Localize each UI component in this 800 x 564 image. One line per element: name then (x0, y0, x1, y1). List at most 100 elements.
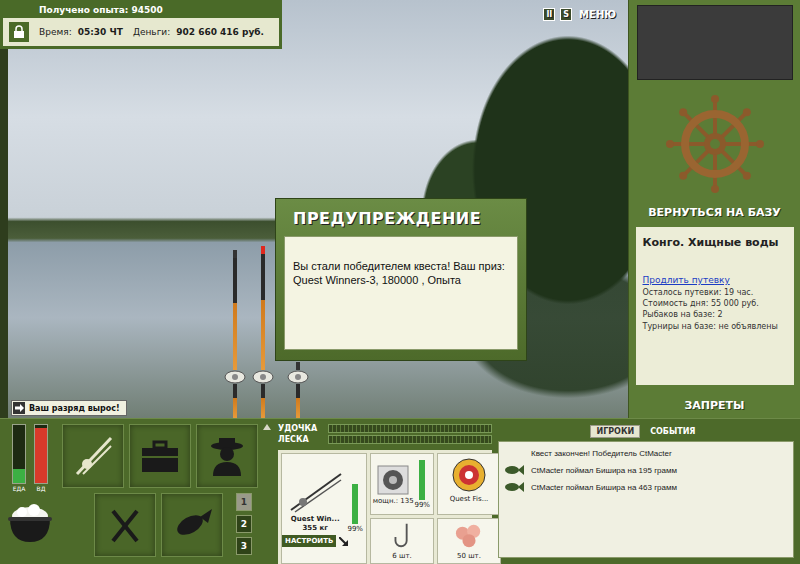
hud-row: Время: 05:30 ЧТ Деньги:902 660 416 руб. (3, 18, 279, 46)
rod-meter-track (352, 484, 358, 524)
hook-slot[interactable]: 6 шт. (370, 518, 434, 564)
chat-message: CtMacter поймал Бишира на 463 грамм (503, 480, 789, 494)
rod-in-water[interactable] (222, 250, 248, 418)
rod-wear: 99% (347, 525, 363, 533)
rod-tip (233, 250, 237, 258)
need-track (12, 424, 26, 484)
fishing-scene: II S МЕНЮ ПРЕДУПРЕЖДЕНИЕВы стали победителе… (8, 0, 628, 418)
line-name: Quest Fis... (450, 495, 489, 503)
chat-messages: Квест закончен! Победитель CtMacter CtMac… (498, 441, 794, 558)
chat-message: CtMacter поймал Бишира на 195 грамм (503, 463, 789, 477)
need-fill (35, 428, 47, 483)
slot-buttons: 1 2 3 (236, 493, 252, 557)
top-row: II S МЕНЮ ПРЕДУПРЕЖДЕНИЕВы стали победителе… (0, 0, 800, 418)
fisherman-icon (205, 434, 249, 478)
reel-slot[interactable]: мощн.: 13599% (370, 453, 434, 515)
rod-handle (233, 384, 237, 418)
tension-label: ЛЕСКА (278, 435, 324, 444)
location-info: Стоимость дня: 55 000 руб. (643, 298, 787, 309)
lock-icon (13, 25, 25, 39)
need-fill (13, 469, 25, 484)
money-field: Деньги:902 660 416 руб. (133, 27, 264, 37)
bait-slot[interactable]: 50 шт. (437, 518, 501, 564)
location-info: Осталось путевки: 19 час. (643, 287, 787, 298)
reel-icon (251, 370, 275, 384)
lock-button[interactable] (9, 22, 29, 42)
tackle-box-tile[interactable] (129, 424, 191, 488)
reel-icon (376, 464, 410, 496)
hook-count: 6 шт. (392, 552, 411, 560)
rod-in-water[interactable] (285, 362, 311, 418)
bait-icon (452, 522, 486, 550)
rod-stick (233, 258, 237, 370)
location-title: Конго. Хищные воды (643, 236, 787, 249)
setup-button[interactable]: НАСТРОИТЬ (282, 535, 348, 547)
need-label: ВД (37, 485, 46, 492)
fish-tile[interactable] (161, 493, 223, 557)
bans-button[interactable]: ЗАПРЕТЫ (684, 399, 744, 412)
chat-message: Квест закончен! Победитель CtMacter (503, 446, 789, 460)
rod-slot[interactable]: Quest Win...355 кгНАСТРОИТЬ99% (281, 453, 367, 564)
resize-arrow-icon (339, 537, 348, 546)
need-meter: ЕДА (12, 424, 26, 492)
chat-tab[interactable]: ИГРОКИ (590, 425, 640, 438)
money-label: Деньги: (133, 27, 170, 37)
reel-meter: 99% (414, 460, 430, 509)
menu-button[interactable]: МЕНЮ (577, 8, 618, 21)
message-text: CtMacter поймал Бишира на 463 грамм (531, 483, 677, 492)
rod-tip (261, 246, 265, 254)
reel-wear: 99% (414, 501, 430, 509)
tension-row: ЛЕСКА (278, 435, 492, 444)
rod-meter: 99% (347, 484, 363, 533)
rod-stick (261, 254, 265, 370)
equipment-panel: УДОЧКАЛЕСКАQuest Win...355 кгНАСТРОИТЬ99… (270, 419, 492, 564)
rod-handle (296, 384, 300, 418)
time-value: 05:30 ЧТ (78, 27, 123, 37)
message-marker (503, 480, 525, 494)
location-info: Рыбаков на базе: 2 (643, 309, 787, 320)
scroll-up-button[interactable] (263, 424, 271, 430)
message-text: CtMacter поймал Бишира на 195 грамм (531, 466, 677, 475)
slot-button[interactable]: 1 (236, 493, 252, 511)
ship-wheel-icon (665, 94, 765, 194)
menu-button[interactable]: II (543, 8, 555, 21)
line-slot[interactable]: Quest Fis... (437, 453, 501, 515)
message-marker (503, 446, 525, 460)
tackle-box-icon (138, 434, 182, 478)
chat-tabs: ИГРОКИ СОБЫТИЯ (498, 425, 794, 438)
slot-button[interactable]: 2 (236, 515, 252, 533)
cauldron-icon[interactable] (6, 498, 54, 546)
extend-link[interactable]: Продлить путевку (643, 275, 787, 285)
reel-meter-fill (419, 460, 425, 500)
menu-button[interactable]: S (560, 8, 572, 21)
rod-in-water[interactable] (250, 246, 276, 418)
line-spool-icon (451, 457, 487, 493)
ship-wheel-button[interactable] (665, 94, 765, 194)
need-meter: ВД (34, 424, 48, 492)
controls-panel: ЕДА ВД 1 2 3 (0, 419, 270, 564)
food-tile[interactable] (94, 493, 156, 557)
return-base-button[interactable]: ВЕРНУТЬСЯ НА БАЗУ (648, 206, 781, 219)
time-field: Время: 05:30 ЧТ (39, 27, 123, 37)
tile-row (62, 424, 271, 488)
character-tile[interactable] (196, 424, 258, 488)
slot-button[interactable]: 3 (236, 537, 252, 555)
reel-icon (286, 370, 310, 384)
message-text: Квест закончен! Победитель CtMacter (531, 449, 672, 458)
chat-tab[interactable]: СОБЫТИЯ (644, 425, 701, 438)
fish-icon (504, 464, 524, 476)
side-panel: ВЕРНУТЬСЯ НА БАЗУ Конго. Хищные воды Продл… (628, 0, 800, 418)
fish-icon (170, 503, 214, 547)
need-label: ЕДА (13, 485, 26, 492)
warning-dialog: ПРЕДУПРЕЖДЕНИЕВы стали победителем квест… (275, 198, 527, 361)
tile-row: 1 2 3 (62, 493, 271, 557)
rods-tile[interactable] (62, 424, 124, 488)
message-marker (503, 463, 525, 477)
rod-info: Quest Win...355 кгНАСТРОИТЬ (285, 470, 345, 547)
rods-icon (71, 434, 115, 478)
time-label: Время: (39, 27, 72, 37)
knife-fork-icon (103, 503, 147, 547)
need-track (34, 424, 48, 484)
rod-meter-fill (352, 484, 358, 524)
fish-icon (504, 481, 524, 493)
